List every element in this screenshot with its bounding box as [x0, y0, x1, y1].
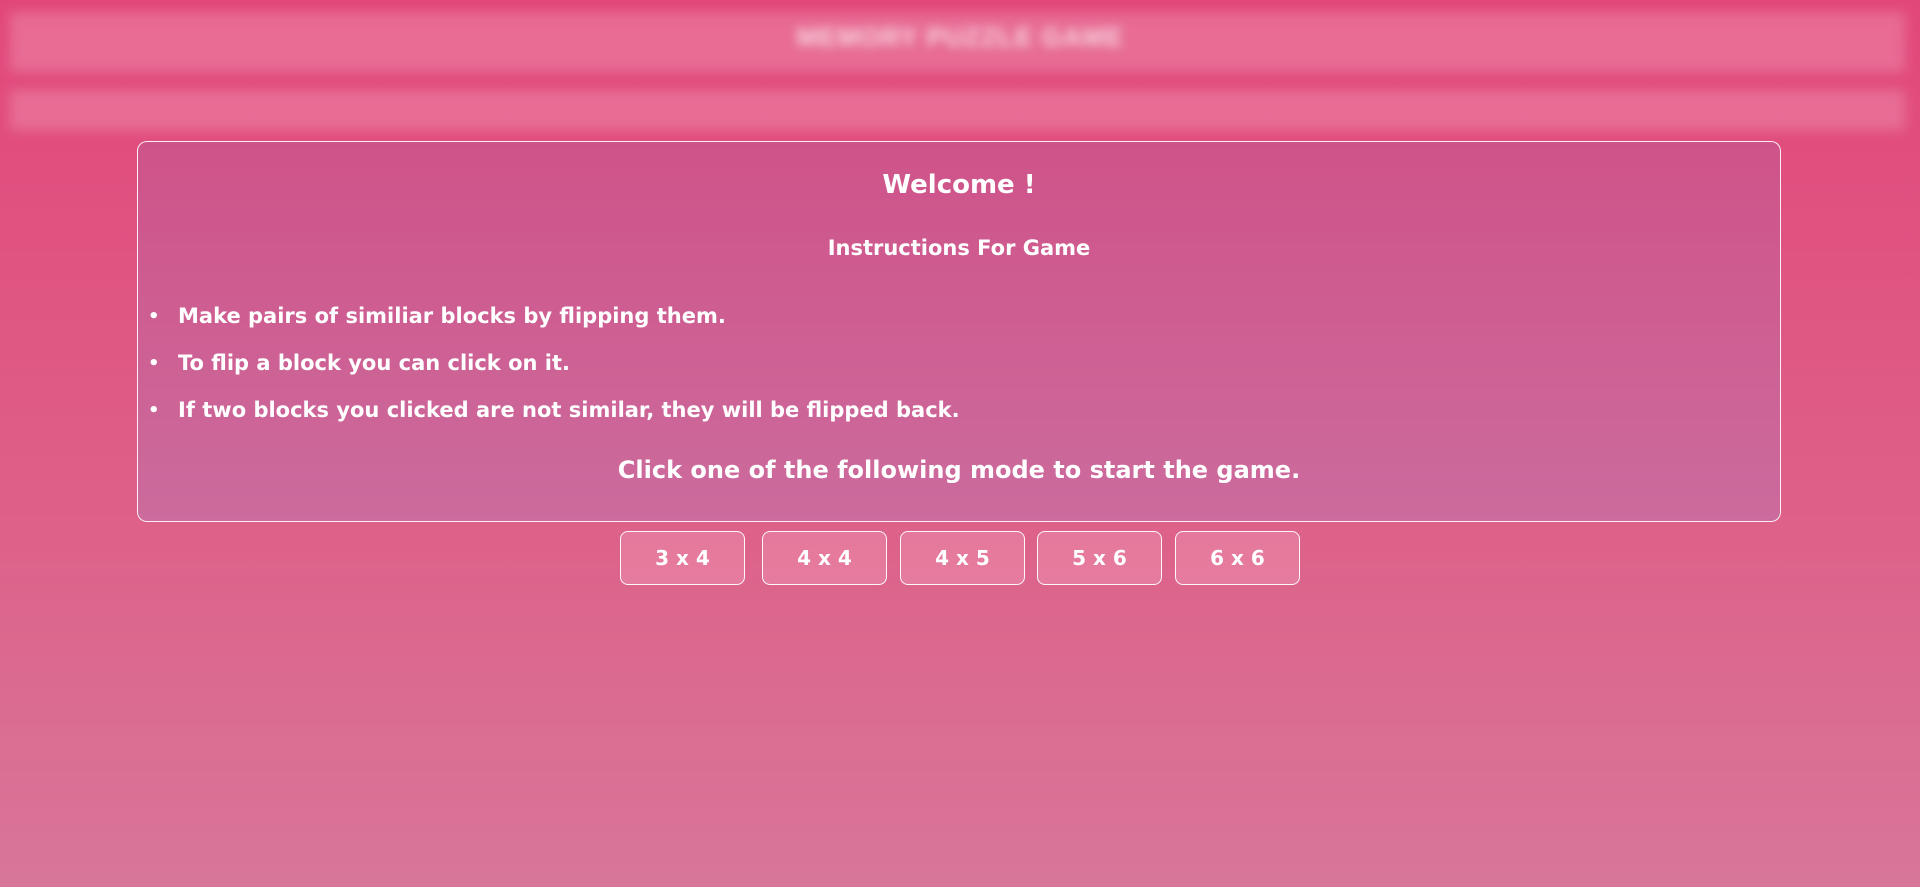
- bullet-icon: •: [148, 306, 160, 327]
- rule-text: To flip a block you can click on it.: [178, 351, 570, 375]
- rule-item: • Make pairs of similiar blocks by flipp…: [148, 304, 960, 353]
- mode-4x5-button[interactable]: 4 x 5: [900, 531, 1025, 585]
- rule-item: • If two blocks you clicked are not simi…: [148, 398, 960, 447]
- start-prompt: Click one of the following mode to start…: [617, 456, 1301, 484]
- mode-4x4-button[interactable]: 4 x 4: [762, 531, 887, 585]
- rules-list: • Make pairs of similiar blocks by flipp…: [148, 304, 960, 447]
- bullet-icon: •: [148, 400, 160, 421]
- mode-6x6-button[interactable]: 6 x 6: [1175, 531, 1300, 585]
- rule-item: • To flip a block you can click on it.: [148, 351, 960, 400]
- page-title: MEMORY PUZZLE GAME: [796, 22, 1124, 52]
- mode-5x6-button[interactable]: 5 x 6: [1037, 531, 1162, 585]
- welcome-heading: Welcome !: [882, 170, 1036, 200]
- rule-text: Make pairs of similiar blocks by flippin…: [178, 304, 726, 328]
- instructions-panel: Welcome ! Instructions For Game • Make p…: [137, 141, 1781, 522]
- mode-3x4-button[interactable]: 3 x 4: [620, 531, 745, 585]
- rule-text: If two blocks you clicked are not simila…: [178, 398, 960, 422]
- bullet-icon: •: [148, 353, 160, 374]
- blurred-subtitle-bar: [10, 90, 1905, 130]
- instructions-heading: Instructions For Game: [827, 236, 1091, 260]
